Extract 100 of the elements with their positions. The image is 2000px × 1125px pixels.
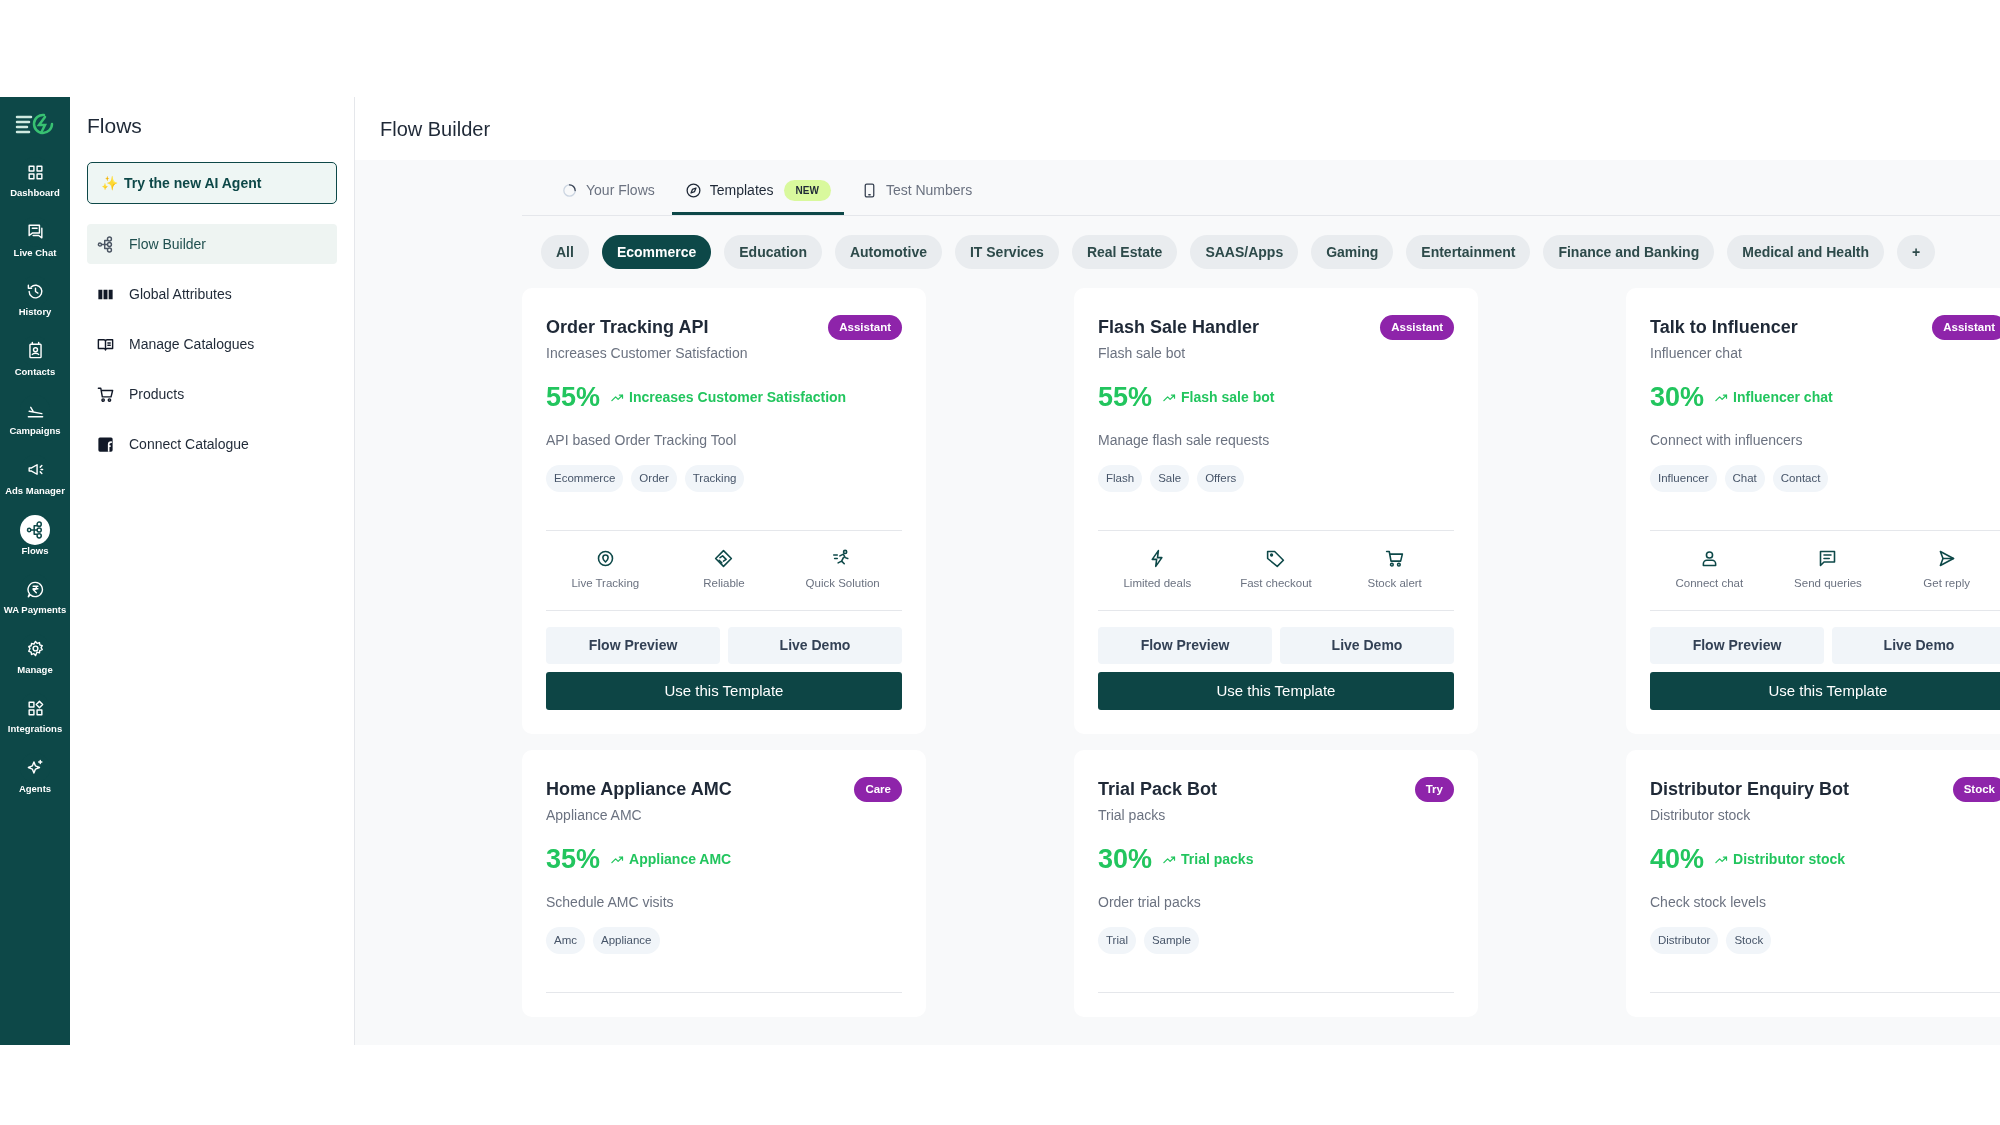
flow-icon — [96, 234, 115, 254]
filter-chip[interactable]: Gaming — [1311, 235, 1394, 269]
category-badge: Stock — [1952, 777, 2000, 803]
secondary-button[interactable]: Live Demo — [1280, 627, 1454, 664]
feature-label: Live Tracking — [571, 576, 640, 592]
tag-chip: Sample — [1143, 926, 1199, 954]
cart-icon — [1384, 548, 1406, 570]
card-subtitle: Distributor stock — [1650, 806, 1752, 826]
feature-label: Get reply — [1923, 576, 1970, 592]
card-title: Distributor Enquiry Bot — [1650, 778, 1849, 801]
feature-label: Reliable — [703, 576, 745, 592]
card-subtitle: Influencer chat — [1650, 344, 1743, 364]
nav-item[interactable]: Integrations — [0, 689, 70, 749]
tag-chip: Chat — [1724, 464, 1765, 492]
card-description: Manage flash sale requests — [1098, 430, 1271, 450]
tag-chip: Contact — [1772, 464, 1829, 492]
page-title: Flow Builder — [380, 116, 491, 142]
card-title: Home Appliance AMC — [546, 778, 732, 801]
percentage-value: 55% — [546, 381, 601, 415]
tag-chip: Appliance — [593, 926, 660, 954]
filter-chip[interactable]: Real Estate — [1071, 235, 1178, 269]
nav-item[interactable]: Ads Manager — [0, 450, 70, 511]
card-description: API based Order Tracking Tool — [546, 430, 738, 450]
filter-chip[interactable]: Entertainment — [1406, 235, 1531, 269]
nav-item[interactable]: Campaigns — [0, 391, 70, 451]
nav-item[interactable]: Dashboard — [0, 153, 70, 213]
nav-item[interactable]: History — [0, 272, 70, 332]
sidebar-item[interactable]: Products — [87, 374, 337, 414]
tab[interactable]: Your Flows — [548, 169, 668, 215]
feature-label: Connect chat — [1675, 576, 1744, 592]
filter-chip[interactable]: Ecommerce — [601, 235, 712, 269]
nav-item[interactable]: WA Payments — [0, 570, 70, 630]
card-description: Order trial packs — [1098, 892, 1202, 912]
tag-chip: Stock — [1726, 926, 1772, 954]
card-subtitle: Trial packs — [1098, 806, 1167, 826]
sidebar-item[interactable]: Manage Catalogues — [87, 324, 337, 364]
integrations-icon — [25, 698, 45, 718]
category-badge: Care — [854, 777, 902, 803]
tab[interactable]: Test Numbers — [847, 169, 986, 215]
trend-label: Increases Customer Satisfaction — [610, 387, 847, 408]
filter-chip[interactable]: SAAS/Apps — [1190, 235, 1299, 269]
nav-item[interactable]: Flows — [0, 510, 70, 571]
use-template-button[interactable]: Use this Template — [1098, 672, 1454, 710]
card-subtitle: Flash sale bot — [1098, 344, 1187, 364]
card-title: Flash Sale Handler — [1098, 316, 1260, 339]
card-description: Schedule AMC visits — [546, 892, 675, 912]
secondary-button[interactable]: Flow Preview — [546, 627, 720, 664]
filter-chip[interactable]: IT Services — [954, 235, 1059, 269]
sidebar-item[interactable]: Global Attributes — [87, 274, 337, 314]
card-title: Talk to Influencer — [1650, 316, 1798, 339]
use-template-button[interactable]: Use this Template — [546, 672, 902, 710]
nav-item[interactable]: Live Chat — [0, 212, 70, 273]
secondary-button[interactable]: Live Demo — [728, 627, 902, 664]
trend-label: Influencer chat — [1714, 387, 1833, 408]
sidebar-title: Flows — [87, 113, 143, 139]
cart-icon — [96, 384, 115, 404]
category-badge: Assistant — [828, 315, 902, 341]
category-badge: Assistant — [1380, 315, 1454, 341]
filter-chip[interactable]: Automotive — [834, 235, 942, 269]
card-description: Check stock levels — [1650, 892, 1767, 912]
secondary-button[interactable]: Flow Preview — [1650, 627, 1824, 664]
tag-chip: Order — [631, 464, 677, 492]
nav-item[interactable]: Manage — [0, 629, 70, 690]
category-badge: Assistant — [1932, 315, 2000, 341]
ai-agent-button[interactable]: ✨ Try the new AI Agent — [87, 162, 337, 204]
feature-label: Quick Solution — [805, 576, 880, 592]
filter-chip[interactable]: Education — [724, 235, 822, 269]
filter-chip[interactable]: Finance and Banking — [1543, 235, 1715, 269]
trend-label: Trial packs — [1162, 849, 1254, 870]
nav-item[interactable]: Agents — [0, 748, 70, 809]
tag-chip: Tracking — [684, 464, 745, 492]
logo-icon — [14, 111, 56, 137]
trend-label: Flash sale bot — [1162, 387, 1275, 408]
tag-chip: Sale — [1150, 464, 1190, 492]
card-subtitle: Increases Customer Satisfaction — [546, 344, 749, 364]
sidebar-item[interactable]: Flow Builder — [87, 224, 337, 264]
filter-chip[interactable]: + — [1897, 235, 1936, 269]
history-icon — [25, 281, 45, 301]
tag-chip: Amc — [546, 926, 585, 954]
card-subtitle: Appliance AMC — [546, 806, 643, 826]
tag-chip: Trial — [1098, 926, 1136, 954]
rupee-icon — [25, 579, 45, 599]
loading-circle-icon — [561, 182, 578, 199]
percentage-value: 30% — [1098, 843, 1153, 877]
nav-item[interactable]: Contacts — [0, 331, 70, 392]
tag-chip: Influencer — [1650, 464, 1717, 492]
trend-label: Appliance AMC — [610, 849, 732, 870]
tab[interactable]: Templates NEW — [671, 169, 844, 215]
percentage-value: 30% — [1650, 381, 1705, 415]
feature-label: Send queries — [1794, 576, 1862, 592]
secondary-button[interactable]: Live Demo — [1832, 627, 2000, 664]
tag-chip: Flash — [1098, 464, 1143, 492]
sidebar-item[interactable]: Connect Catalogue — [87, 424, 337, 464]
filter-chip[interactable]: Medical and Health — [1727, 235, 1885, 269]
filter-chip[interactable]: All — [541, 235, 589, 269]
use-template-button[interactable]: Use this Template — [1650, 672, 2000, 710]
percentage-value: 35% — [546, 843, 601, 877]
card-description: Connect with influencers — [1650, 430, 1804, 450]
secondary-button[interactable]: Flow Preview — [1098, 627, 1272, 664]
tag-icon — [1265, 548, 1287, 570]
